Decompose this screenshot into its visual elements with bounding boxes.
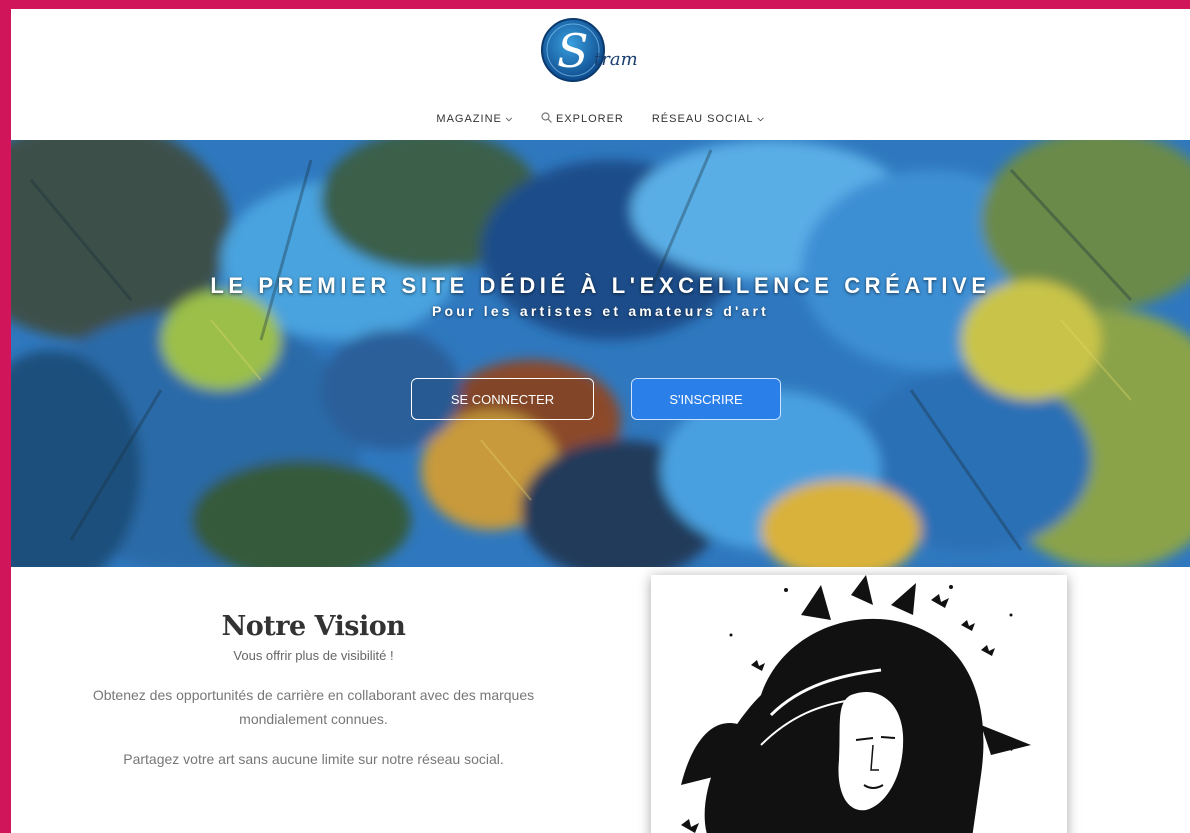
hero-title: LE PREMIER SITE DÉDIÉ À L'EXCELLENCE CRÉ… <box>210 273 991 298</box>
login-button[interactable]: SE CONNECTER <box>411 378 594 420</box>
nav-explorer-label: EXPLORER <box>555 113 624 125</box>
artwork-image <box>651 575 1067 833</box>
signup-button[interactable]: S'INSCRIRE <box>631 378 781 420</box>
search-icon <box>541 112 552 126</box>
nav-magazine[interactable]: MAGAZINE ⌵ <box>436 112 513 126</box>
hero-subtitle: Pour les artistes et amateurs d'art <box>431 303 770 319</box>
vision-paragraph: Partagez votre art sans aucune limite su… <box>123 751 504 767</box>
chevron-down-icon: ⌵ <box>505 114 513 123</box>
svg-text:tram: tram <box>594 49 638 70</box>
vision-tagline: Vous offrir plus de visibilité ! <box>233 648 394 663</box>
header: S tram <box>11 17 1190 97</box>
nav-magazine-label: MAGAZINE <box>436 113 502 125</box>
hero-painting-image <box>11 140 1190 567</box>
vision-heading: Notre Vision <box>221 611 406 642</box>
vision-section: Notre Vision Vous offrir plus de visibil… <box>71 611 556 771</box>
nav-reseau-social[interactable]: RÉSEAU SOCIAL ⌵ <box>652 112 765 126</box>
nav-reseau-social-label: RÉSEAU SOCIAL <box>651 113 754 125</box>
nav-explorer[interactable]: EXPLORER <box>541 112 624 126</box>
svg-text:S: S <box>557 24 589 78</box>
page: S tram MAGAZINE ⌵ EXPLORER RÉSEAU SOCIAL… <box>11 9 1190 833</box>
chevron-down-icon: ⌵ <box>757 114 765 123</box>
site-logo[interactable]: S tram <box>536 17 666 87</box>
main-nav: MAGAZINE ⌵ EXPLORER RÉSEAU SOCIAL ⌵ <box>11 112 1190 126</box>
vision-paragraph: Obtenez des opportunités de carrière en … <box>92 687 535 727</box>
hero-banner: LE PREMIER SITE DÉDIÉ À L'EXCELLENCE CRÉ… <box>11 140 1190 567</box>
